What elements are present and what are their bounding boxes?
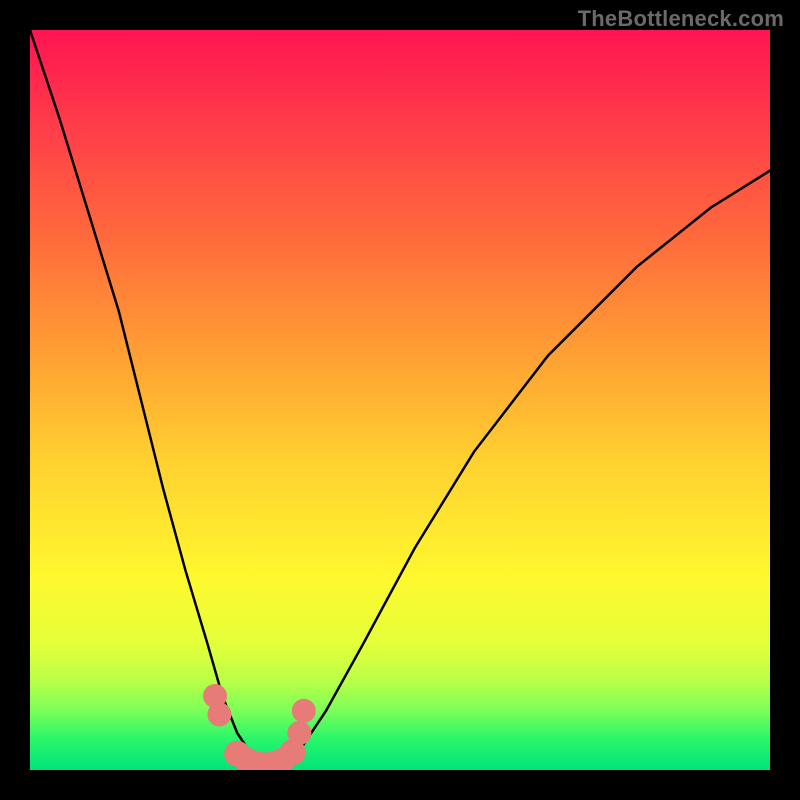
highlighted-range-markers: [203, 684, 316, 770]
chart-plot-area: [30, 30, 770, 770]
watermark-text: TheBottleneck.com: [578, 6, 784, 32]
marker-dot: [287, 721, 311, 745]
marker-dot: [292, 699, 316, 723]
bottleneck-curve: [30, 30, 770, 770]
marker-dot: [207, 703, 231, 727]
chart-overlay: [30, 30, 770, 770]
